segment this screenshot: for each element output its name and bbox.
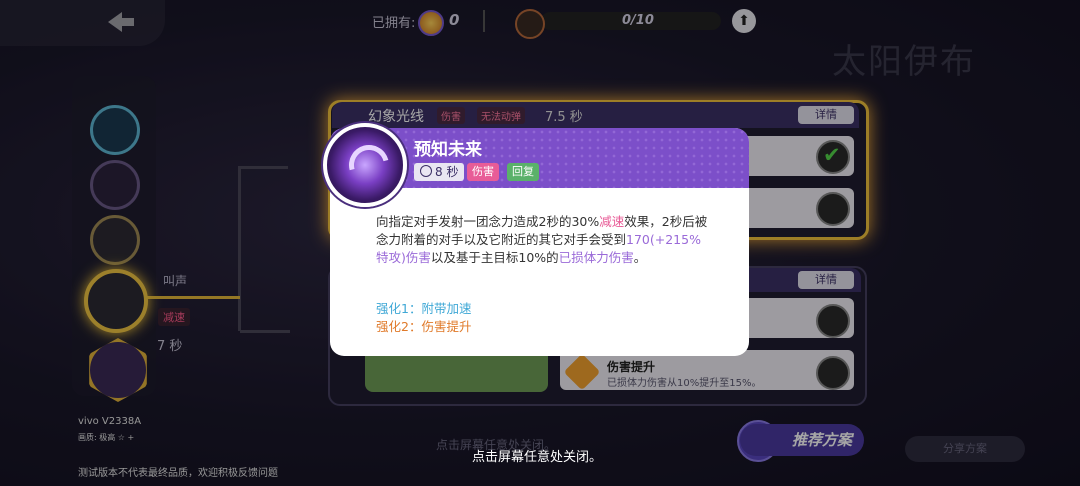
enhancement-1: 强化1：附带加速 xyxy=(376,301,472,316)
cooldown-value: 8 秒 xyxy=(435,165,459,179)
enhancement-2: 强化2：伤害提升 xyxy=(376,319,472,334)
desc-text: 。 xyxy=(633,250,647,265)
clock-icon xyxy=(420,165,432,177)
cooldown-badge: 8 秒 xyxy=(414,163,465,181)
future-sight-icon xyxy=(323,123,407,207)
tag-damage: 伤害 xyxy=(467,163,499,181)
desc-text: 向指定对手发射一团念力造成2秒的30% xyxy=(376,214,600,229)
desc-text: 以及基于主目标10%的 xyxy=(430,250,559,265)
desc-lost-hp: 已损体力伤害 xyxy=(558,250,634,265)
skill-name: 预知未来 xyxy=(414,140,482,160)
tag-heal: 回复 xyxy=(507,163,539,181)
skill-description: 向指定对手发射一团念力造成2秒的30%减速效果，2秒后被念力附着的对手以及它附近… xyxy=(376,213,710,267)
desc-slow: 减速 xyxy=(599,214,625,229)
close-hint: 点击屏幕任意处关闭。 xyxy=(472,450,603,465)
